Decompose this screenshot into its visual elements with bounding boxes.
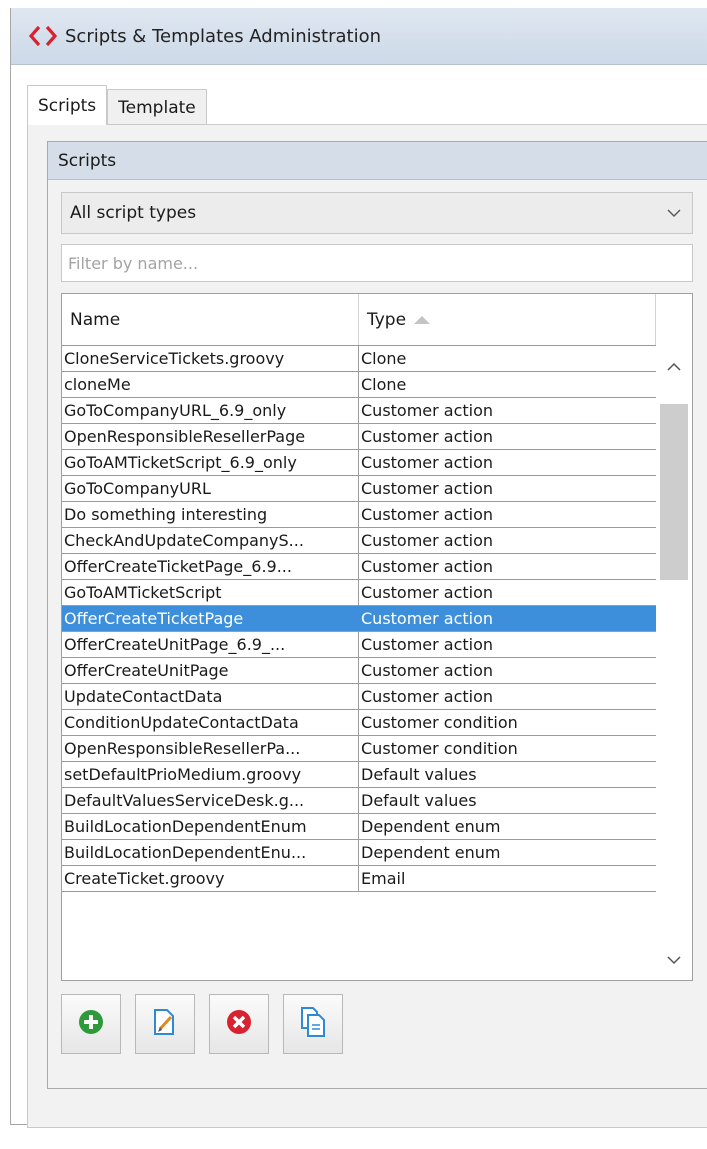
cell-script-type: Customer action [359, 424, 658, 449]
table-row[interactable]: DefaultValuesServiceDesk.g... Default val… [62, 788, 658, 814]
cell-script-name: CloneServiceTickets.groovy [62, 346, 359, 371]
column-type-label: Type [367, 309, 407, 330]
table-row[interactable]: CheckAndUpdateCompanyS... Customer action [62, 528, 658, 554]
cell-script-type: Dependent enum [359, 814, 658, 839]
edit-button[interactable] [135, 994, 195, 1054]
code-brackets-icon [29, 21, 61, 51]
tab-template[interactable]: Template [107, 89, 207, 125]
table-row[interactable]: OpenResponsibleResellerPa... Customer con… [62, 736, 658, 762]
table-row[interactable]: GoToAMTicketScript Customer action [62, 580, 658, 606]
cell-script-type: Customer action [359, 398, 658, 423]
title-bar: Scripts & Templates Administration [11, 8, 707, 65]
cell-script-type: Customer action [359, 606, 658, 631]
copy-documents-icon [299, 1006, 327, 1042]
script-type-select[interactable]: All script types [61, 192, 693, 234]
script-toolbar [61, 994, 343, 1054]
table-row[interactable]: BuildLocationDependentEnu... Dependent en… [62, 840, 658, 866]
cell-script-name: ConditionUpdateContactData [62, 710, 359, 735]
cell-script-type: Customer action [359, 476, 658, 501]
admin-window: Scripts & Templates Administration Scrip… [10, 8, 707, 1128]
scroll-thumb[interactable] [660, 404, 688, 580]
cell-script-name: GoToAMTicketScript_6.9_only [62, 450, 359, 475]
table-row[interactable]: Do something interesting Customer action [62, 502, 658, 528]
cell-script-type: Customer action [359, 528, 658, 553]
table-row[interactable]: CloneServiceTickets.groovy Clone [62, 346, 658, 372]
cell-script-type: Customer action [359, 450, 658, 475]
cell-script-name: OfferCreateTicketPage [62, 606, 359, 631]
chevron-down-icon [666, 205, 682, 226]
scripts-panel: Scripts All script types Name Type [47, 141, 707, 1089]
tab-bar: Scripts Template [27, 85, 207, 125]
cell-script-name: BuildLocationDependentEnu... [62, 840, 359, 865]
table-row[interactable]: OfferCreateTicketPage_6.9... Customer act… [62, 554, 658, 580]
tab-scripts[interactable]: Scripts [27, 85, 108, 125]
cell-script-name: Do something interesting [62, 502, 359, 527]
cell-script-type: Clone [359, 372, 658, 397]
add-button[interactable] [61, 994, 121, 1054]
cell-script-name: setDefaultPrioMedium.groovy [62, 762, 359, 787]
cell-script-name: OpenResponsibleResellerPa... [62, 736, 359, 761]
table-header: Name Type [62, 294, 656, 346]
panel-title: Scripts [48, 142, 707, 180]
cell-script-type: Default values [359, 762, 658, 787]
cell-script-name: cloneMe [62, 372, 359, 397]
column-header-type[interactable]: Type [359, 294, 656, 345]
copy-button[interactable] [283, 994, 343, 1054]
cell-script-type: Email [359, 866, 658, 891]
cell-script-type: Customer action [359, 684, 658, 709]
column-name-label: Name [70, 309, 121, 330]
cell-script-name: OfferCreateTicketPage_6.9... [62, 554, 359, 579]
column-header-name[interactable]: Name [62, 294, 359, 345]
cell-script-name: DefaultValuesServiceDesk.g... [62, 788, 359, 813]
table-row[interactable]: GoToAMTicketScript_6.9_only Customer acti… [62, 450, 658, 476]
cell-script-type: Customer condition [359, 736, 658, 761]
table-body: CloneServiceTickets.groovy Clone cloneMe Cl… [62, 346, 658, 892]
table-row[interactable]: OfferCreateUnitPage Customer action [62, 658, 658, 684]
vertical-scrollbar[interactable] [656, 346, 692, 980]
table-row[interactable]: GoToCompanyURL Customer action [62, 476, 658, 502]
table-row[interactable]: OfferCreateTicketPage Customer action [62, 606, 658, 632]
edit-document-icon [151, 1007, 179, 1041]
cell-script-name: UpdateContactData [62, 684, 359, 709]
cell-script-name: OfferCreateUnitPage_6.9_... [62, 632, 359, 657]
cell-script-name: CheckAndUpdateCompanyS... [62, 528, 359, 553]
table-row[interactable]: CreateTicket.groovy Email [62, 866, 658, 892]
cell-script-type: Customer action [359, 658, 658, 683]
table-row[interactable]: OpenResponsibleResellerPage Customer acti… [62, 424, 658, 450]
cell-script-type: Customer action [359, 502, 658, 527]
table-row[interactable]: cloneMe Clone [62, 372, 658, 398]
cell-script-name: GoToCompanyURL [62, 476, 359, 501]
cell-script-type: Dependent enum [359, 840, 658, 865]
table-row[interactable]: UpdateContactData Customer action [62, 684, 658, 710]
delete-button[interactable] [209, 994, 269, 1054]
table-row[interactable]: ConditionUpdateContactData Customer condi… [62, 710, 658, 736]
script-type-value: All script types [70, 203, 197, 223]
tab-content: Scripts All script types Name Type [27, 124, 707, 1128]
filter-by-name-input[interactable] [61, 244, 693, 282]
scripts-table: Name Type CloneServiceTickets.groovy Clon… [61, 293, 693, 981]
cell-script-name: GoToCompanyURL_6.9_only [62, 398, 359, 423]
cell-script-name: BuildLocationDependentEnum [62, 814, 359, 839]
table-row[interactable]: setDefaultPrioMedium.groovy Default value… [62, 762, 658, 788]
scroll-down-icon[interactable] [666, 951, 682, 970]
plus-circle-icon [77, 1008, 105, 1040]
cell-script-type: Customer condition [359, 710, 658, 735]
window-title: Scripts & Templates Administration [65, 25, 382, 47]
sort-ascending-icon [414, 315, 431, 324]
table-row[interactable]: BuildLocationDependentEnum Dependent enum [62, 814, 658, 840]
cell-script-type: Clone [359, 346, 658, 371]
cell-script-name: CreateTicket.groovy [62, 866, 359, 891]
cell-script-type: Customer action [359, 554, 658, 579]
table-row[interactable]: OfferCreateUnitPage_6.9_... Customer acti… [62, 632, 658, 658]
cell-script-type: Customer action [359, 580, 658, 605]
x-circle-icon [225, 1008, 253, 1040]
cell-script-type: Customer action [359, 632, 658, 657]
scroll-up-icon[interactable] [666, 358, 682, 377]
cell-script-name: GoToAMTicketScript [62, 580, 359, 605]
cell-script-type: Default values [359, 788, 658, 813]
cell-script-name: OpenResponsibleResellerPage [62, 424, 359, 449]
table-row[interactable]: GoToCompanyURL_6.9_only Customer action [62, 398, 658, 424]
cell-script-name: OfferCreateUnitPage [62, 658, 359, 683]
